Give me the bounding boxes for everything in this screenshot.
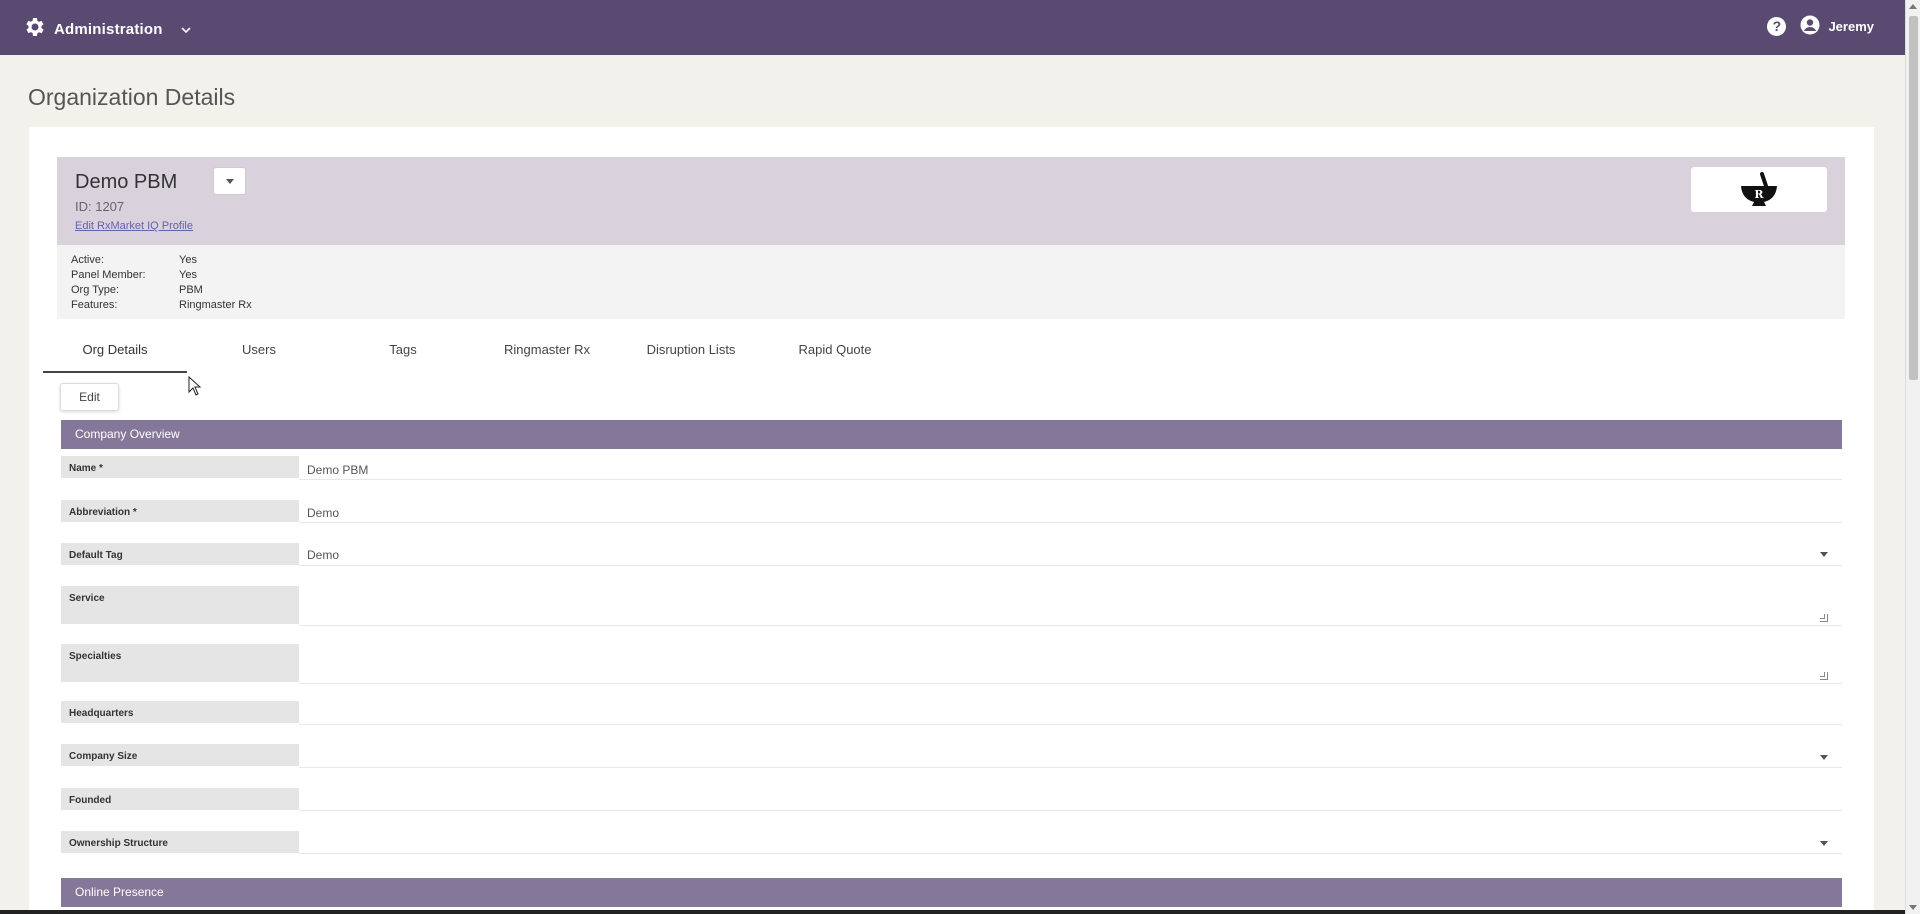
- user-menu[interactable]: Jeremy: [1800, 15, 1874, 38]
- logo-rx-text: R: [1754, 188, 1764, 201]
- default-tag-label: Default Tag: [61, 543, 299, 565]
- company-size-select[interactable]: [299, 744, 1842, 768]
- page-title: Organization Details: [28, 84, 236, 110]
- tab-rapid-quote[interactable]: Rapid Quote: [763, 337, 907, 373]
- org-meta-panel: Active: Yes Panel Member: Yes Org Type: PBM…: [57, 245, 1845, 319]
- admin-label: Administration: [54, 21, 163, 38]
- scrollbar-thumb[interactable]: [1909, 16, 1918, 380]
- service-label: Service: [61, 586, 299, 624]
- org-details-card: Demo PBM ID: 1207 Edit RxMarket IQ Profi…: [29, 127, 1874, 914]
- specialties-textarea[interactable]: [299, 644, 1842, 684]
- mortar-pestle-icon: R: [1741, 171, 1777, 206]
- meta-row-org-type: Org Type: PBM: [71, 284, 203, 296]
- dropdown-caret-icon: [1820, 841, 1828, 846]
- online-presence-header: Online Presence: [61, 878, 1842, 907]
- tab-org-details[interactable]: Org Details: [43, 337, 187, 373]
- gear-icon: [22, 15, 46, 44]
- chevron-down-icon: [181, 23, 191, 37]
- user-name: Jeremy: [1828, 19, 1874, 34]
- headquarters-field[interactable]: [299, 701, 1842, 725]
- mouse-cursor-icon: [188, 375, 202, 401]
- tab-ringmaster-rx[interactable]: Ringmaster Rx: [475, 337, 619, 373]
- bottom-edge: [0, 910, 1905, 914]
- tab-disruption-lists[interactable]: Disruption Lists: [619, 337, 763, 373]
- admin-menu-toggle[interactable]: Administration: [22, 15, 191, 44]
- founded-field[interactable]: [299, 787, 1842, 811]
- abbreviation-field[interactable]: Demo: [299, 499, 1842, 523]
- page-scrollbar[interactable]: [1905, 0, 1920, 914]
- org-id: ID: 1207: [75, 199, 125, 214]
- dropdown-caret-icon: [1820, 552, 1828, 557]
- abbreviation-label: Abbreviation *: [61, 500, 299, 522]
- tab-tags[interactable]: Tags: [331, 337, 475, 373]
- ownership-structure-select[interactable]: [299, 830, 1842, 854]
- tab-users[interactable]: Users: [187, 337, 331, 373]
- org-actions-dropdown-button[interactable]: [213, 167, 246, 195]
- org-name: Demo PBM: [75, 171, 178, 193]
- scroll-up-icon[interactable]: [1909, 4, 1917, 9]
- default-tag-select[interactable]: Demo: [299, 541, 1842, 566]
- company-overview-header: Company Overview: [61, 420, 1842, 449]
- specialties-label: Specialties: [61, 644, 299, 682]
- resize-handle-icon[interactable]: [1820, 672, 1828, 680]
- service-textarea[interactable]: [299, 586, 1842, 626]
- user-avatar-icon: [1800, 15, 1820, 38]
- founded-label: Founded: [61, 788, 299, 810]
- scroll-down-icon[interactable]: [1909, 905, 1917, 910]
- headquarters-label: Headquarters: [61, 701, 299, 723]
- help-icon[interactable]: ?: [1767, 17, 1787, 36]
- org-logo: R: [1691, 167, 1827, 212]
- ownership-structure-label: Ownership Structure: [61, 831, 299, 853]
- edit-profile-link[interactable]: Edit RxMarket IQ Profile: [75, 220, 193, 232]
- top-nav-bar: Administration ? Jeremy: [0, 0, 1920, 55]
- resize-handle-icon[interactable]: [1820, 614, 1828, 622]
- company-size-label: Company Size: [61, 744, 299, 766]
- dropdown-caret-icon: [1820, 755, 1828, 760]
- org-header: Demo PBM ID: 1207 Edit RxMarket IQ Profi…: [57, 157, 1845, 245]
- name-field[interactable]: Demo PBM: [299, 456, 1842, 480]
- meta-row-features: Features: Ringmaster Rx: [71, 299, 252, 311]
- meta-row-active: Active: Yes: [71, 254, 197, 266]
- edit-button[interactable]: Edit: [60, 383, 119, 411]
- name-label: Name *: [61, 456, 299, 478]
- default-tag-value: Demo: [307, 548, 340, 562]
- meta-row-panel-member: Panel Member: Yes: [71, 269, 197, 281]
